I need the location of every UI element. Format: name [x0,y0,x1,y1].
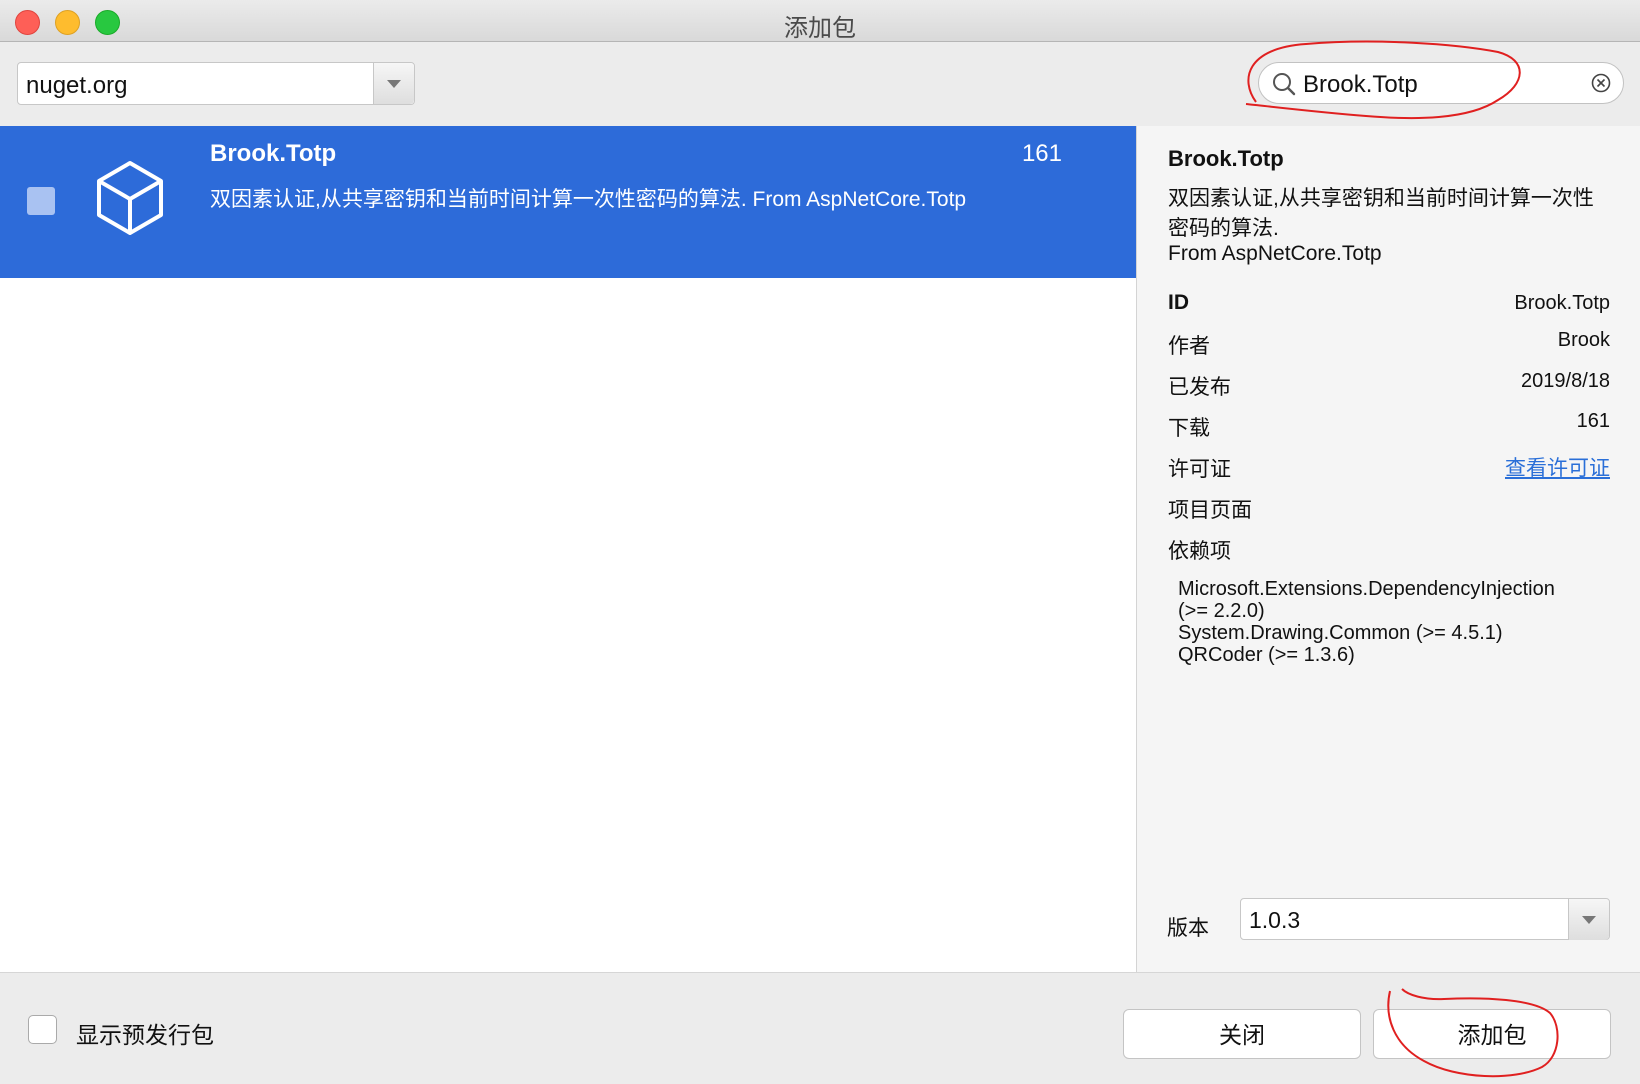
dependency-item: QRCoder (>= 1.3.6) [1178,644,1355,666]
search-value: Brook.Totp [1303,71,1418,98]
downloads-label: 下载 [1168,417,1210,440]
version-value: 1.0.3 [1249,907,1301,933]
package-source-value: nuget.org [26,72,128,99]
published-value: 2019/8/18 [1521,370,1610,392]
footer: 显示预发行包 关闭 添加包 [0,972,1640,1084]
downloads-value: 161 [1576,410,1610,432]
details-title: Brook.Totp [1168,146,1284,171]
author-value: Brook [1557,329,1610,351]
project-page-label: 项目页面 [1168,499,1252,522]
search-input[interactable]: Brook.Totp [1258,62,1624,104]
dependencies-label: 依赖项 [1168,540,1231,563]
id-value: Brook.Totp [1514,292,1610,314]
version-select[interactable]: 1.0.3 [1240,898,1610,940]
title-bar: 添加包 [0,0,1640,42]
details-source-note: From AspNetCore.Totp [1168,242,1382,265]
details-description: 双因素认证,从共享密钥和当前时间计算一次性密码的算法. [1168,187,1594,240]
dependency-item: Microsoft.Extensions.DependencyInjection… [1178,578,1555,622]
dependencies-list: Microsoft.Extensions.DependencyInjection… [1178,578,1618,666]
clear-search-icon[interactable] [1591,73,1611,93]
chevron-down-icon [387,80,401,88]
package-details: Brook.Totp 双因素认证,从共享密钥和当前时间计算一次性密码的算法. F… [1137,126,1640,972]
show-prerelease-label[interactable]: 显示预发行包 [76,1016,214,1050]
search-icon [1273,73,1296,96]
package-icon [97,161,163,235]
view-license-link[interactable]: 查看许可证 [1505,452,1610,482]
package-source-select[interactable]: nuget.org [17,62,415,105]
package-name: Brook.Totp [210,140,337,167]
source-dropdown-button[interactable] [373,63,414,104]
license-label: 许可证 [1168,458,1231,481]
package-description: 双因素认证,从共享密钥和当前时间计算一次性密码的算法. From AspNetC… [210,188,967,211]
id-label: ID [1168,291,1189,314]
dependency-item: System.Drawing.Common (>= 4.5.1) [1178,622,1503,644]
close-button[interactable]: 关闭 [1123,1009,1361,1059]
author-label: 作者 [1168,335,1210,358]
list-item[interactable]: Brook.Totp 161 双因素认证,从共享密钥和当前时间计算一次性密码的算… [0,126,1136,278]
toolbar: nuget.org Brook.Totp [0,40,1640,126]
package-download-count: 161 [1021,140,1062,167]
package-list: Brook.Totp 161 双因素认证,从共享密钥和当前时间计算一次性密码的算… [0,126,1136,972]
chevron-down-icon [1582,916,1596,924]
version-label: 版本 [1167,917,1209,940]
window-title: 添加包 [784,15,856,42]
version-dropdown-button[interactable] [1568,899,1609,940]
add-package-button[interactable]: 添加包 [1373,1009,1611,1059]
package-checkbox[interactable] [27,187,55,215]
show-prerelease-checkbox[interactable] [28,1015,57,1044]
published-label: 已发布 [1168,376,1231,399]
